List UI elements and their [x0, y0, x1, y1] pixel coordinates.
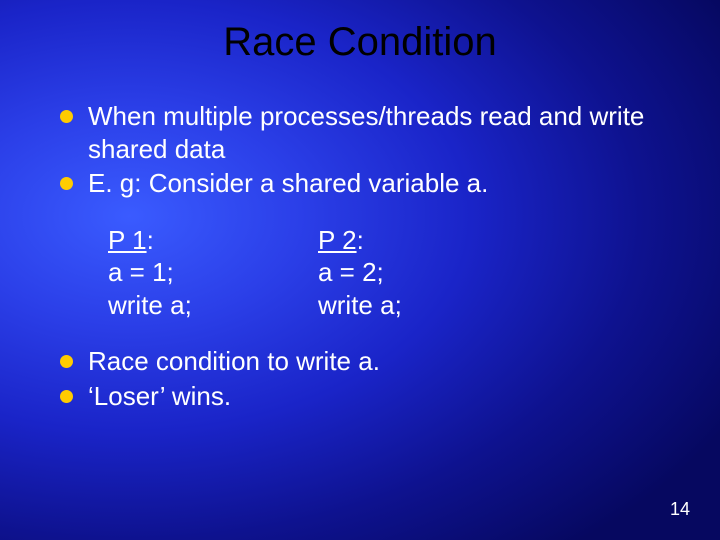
slide-content: When multiple processes/threads read and…	[60, 100, 670, 414]
code-label: P 2:	[318, 224, 528, 257]
code-line: write a;	[318, 289, 528, 322]
code-line: write a;	[108, 289, 318, 322]
code-example: P 1: a = 1; write a; P 2: a = 2; write a…	[60, 224, 670, 322]
bullet-item: E. g: Consider a shared variable a.	[60, 167, 670, 200]
slide: Race Condition When multiple processes/t…	[0, 0, 720, 540]
code-label: P 1:	[108, 224, 318, 257]
slide-title: Race Condition	[0, 20, 720, 65]
code-col-p1: P 1: a = 1; write a;	[108, 224, 318, 322]
bullet-item: When multiple processes/threads read and…	[60, 100, 670, 165]
bullet-item: ‘Loser’ wins.	[60, 380, 670, 413]
code-line: a = 1;	[108, 256, 318, 289]
code-col-p2: P 2: a = 2; write a;	[318, 224, 528, 322]
bullet-item: Race condition to write a.	[60, 345, 670, 378]
code-line: a = 2;	[318, 256, 528, 289]
page-number: 14	[670, 499, 690, 520]
